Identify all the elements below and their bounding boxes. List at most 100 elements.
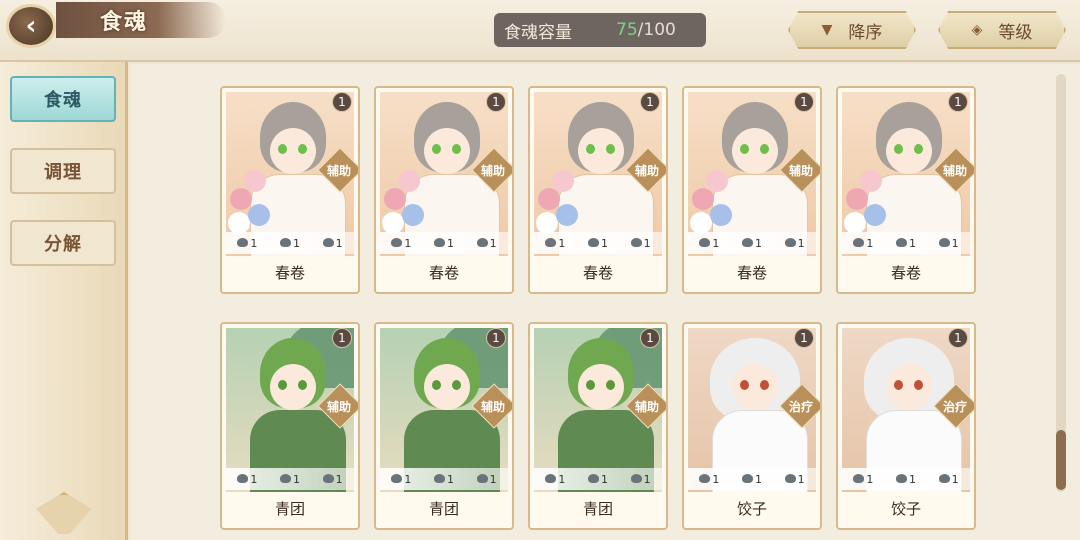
stat-c: 1 [630,473,651,486]
role-label: 辅助 [942,164,967,178]
stat-c: 1 [322,473,343,486]
stats-row: 1 1 1 [380,232,508,254]
soul-card[interactable]: 1 治疗 1 1 1 饺子 [836,322,976,530]
stats-row: 1 1 1 [842,468,970,490]
stat-icon [322,473,334,483]
stat-icon [895,473,907,483]
soul-card[interactable]: 1 辅助 1 1 1 青团 [374,322,514,530]
stat-a: 1 [237,473,257,486]
level-badge: 1 [486,328,506,348]
stat-icon [784,237,796,247]
sidebar: 食魂 调理 分解 [0,62,128,540]
stat-icon [545,473,557,483]
sidebar-item-label: 食魂 [44,90,82,111]
stat-icon [391,473,403,483]
stat-icon [433,473,445,483]
level-badge: 1 [794,328,814,348]
stat-icon [433,237,445,247]
stat-icon [587,237,599,247]
card-name: 饺子 [688,492,816,524]
stat-icon [391,237,403,247]
stat-icon [279,237,291,247]
soul-card[interactable]: 1 辅助 1 1 1 春卷 [528,86,668,294]
stat-icon [853,473,865,483]
role-label: 治疗 [942,400,967,414]
level-badge: 1 [332,92,352,112]
stat-b: 1 [895,237,916,250]
card-name: 春卷 [534,256,662,288]
stats-row: 1 1 1 [226,468,354,490]
stat-icon [587,473,599,483]
filter-button[interactable]: ◈ 等级 [938,11,1066,49]
stat-c: 1 [938,473,959,486]
role-label: 辅助 [634,400,659,414]
level-badge: 1 [640,92,660,112]
back-button[interactable]: ‹ [6,4,56,48]
stat-icon [237,237,249,247]
stats-row: 1 1 1 [842,232,970,254]
stats-row: 1 1 1 [226,232,354,254]
stat-icon [699,237,711,247]
stat-icon [853,237,865,247]
capacity-current: 75 [616,20,638,40]
stat-b: 1 [433,473,454,486]
stats-row: 1 1 1 [534,468,662,490]
stat-icon [476,237,488,247]
level-badge: 1 [948,328,968,348]
sidebar-item-shihun[interactable]: 食魂 [10,76,116,122]
stat-icon [699,473,711,483]
stat-icon [279,473,291,483]
stat-icon [545,237,557,247]
triangle-down-icon: ▼ [821,22,833,38]
stats-row: 1 1 1 [688,232,816,254]
sort-label: 降序 [848,22,883,43]
capacity-max: 100 [643,20,676,40]
stat-b: 1 [279,237,300,250]
stat-a: 1 [853,237,873,250]
soul-card[interactable]: 1 辅助 1 1 1 青团 [220,322,360,530]
capacity-label: 食魂容量 [504,22,572,43]
role-label: 辅助 [480,164,505,178]
stat-icon [895,237,907,247]
scrollbar[interactable] [1056,74,1066,492]
soul-card[interactable]: 1 辅助 1 1 1 青团 [528,322,668,530]
level-badge: 1 [486,92,506,112]
stat-c: 1 [784,237,805,250]
sidebar-item-label: 分解 [44,234,82,255]
scrollbar-thumb[interactable] [1056,430,1066,490]
sidebar-item-fenjie[interactable]: 分解 [10,220,116,266]
sort-button[interactable]: ▼ 降序 [788,11,916,49]
stat-icon [322,237,334,247]
soul-card[interactable]: 1 辅助 1 1 1 春卷 [220,86,360,294]
stat-a: 1 [699,237,719,250]
stat-a: 1 [699,473,719,486]
stat-icon [741,237,753,247]
stat-c: 1 [938,237,959,250]
level-badge: 1 [948,92,968,112]
chevron-left-icon: ‹ [25,11,37,41]
sidebar-ornament [36,492,92,534]
stat-c: 1 [630,237,651,250]
stat-icon [630,473,642,483]
stat-b: 1 [587,237,608,250]
stat-b: 1 [433,237,454,250]
stat-icon [630,237,642,247]
card-name: 春卷 [688,256,816,288]
stat-icon [938,473,950,483]
stats-row: 1 1 1 [534,232,662,254]
card-name: 青团 [226,492,354,524]
sidebar-item-tiaoli[interactable]: 调理 [10,148,116,194]
stat-icon [938,237,950,247]
stat-c: 1 [322,237,343,250]
role-label: 辅助 [326,164,351,178]
stat-a: 1 [237,237,257,250]
soul-card[interactable]: 1 辅助 1 1 1 春卷 [836,86,976,294]
card-name: 青团 [534,492,662,524]
role-label: 辅助 [326,400,351,414]
soul-card[interactable]: 1 辅助 1 1 1 春卷 [682,86,822,294]
soul-card[interactable]: 1 治疗 1 1 1 饺子 [682,322,822,530]
stat-b: 1 [587,473,608,486]
card-name: 青团 [380,492,508,524]
soul-card[interactable]: 1 辅助 1 1 1 春卷 [374,86,514,294]
stat-b: 1 [895,473,916,486]
